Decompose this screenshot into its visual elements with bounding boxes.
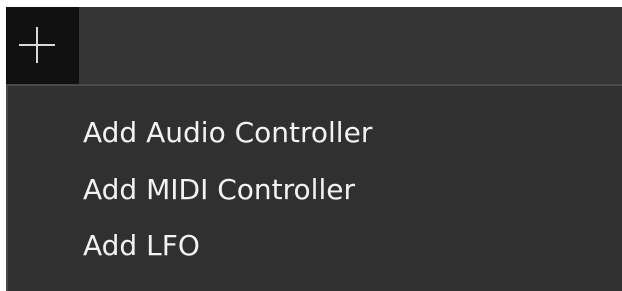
add-menu: Add Audio Controller Add MIDI Controller… [6,84,622,291]
add-button[interactable] [6,7,79,84]
menu-item-add-midi-controller[interactable]: Add MIDI Controller [83,173,355,207]
menu-item-add-audio-controller[interactable]: Add Audio Controller [83,116,372,150]
menu-item-add-lfo[interactable]: Add LFO [83,229,200,263]
plus-icon [19,27,55,63]
toolbar [6,7,622,84]
